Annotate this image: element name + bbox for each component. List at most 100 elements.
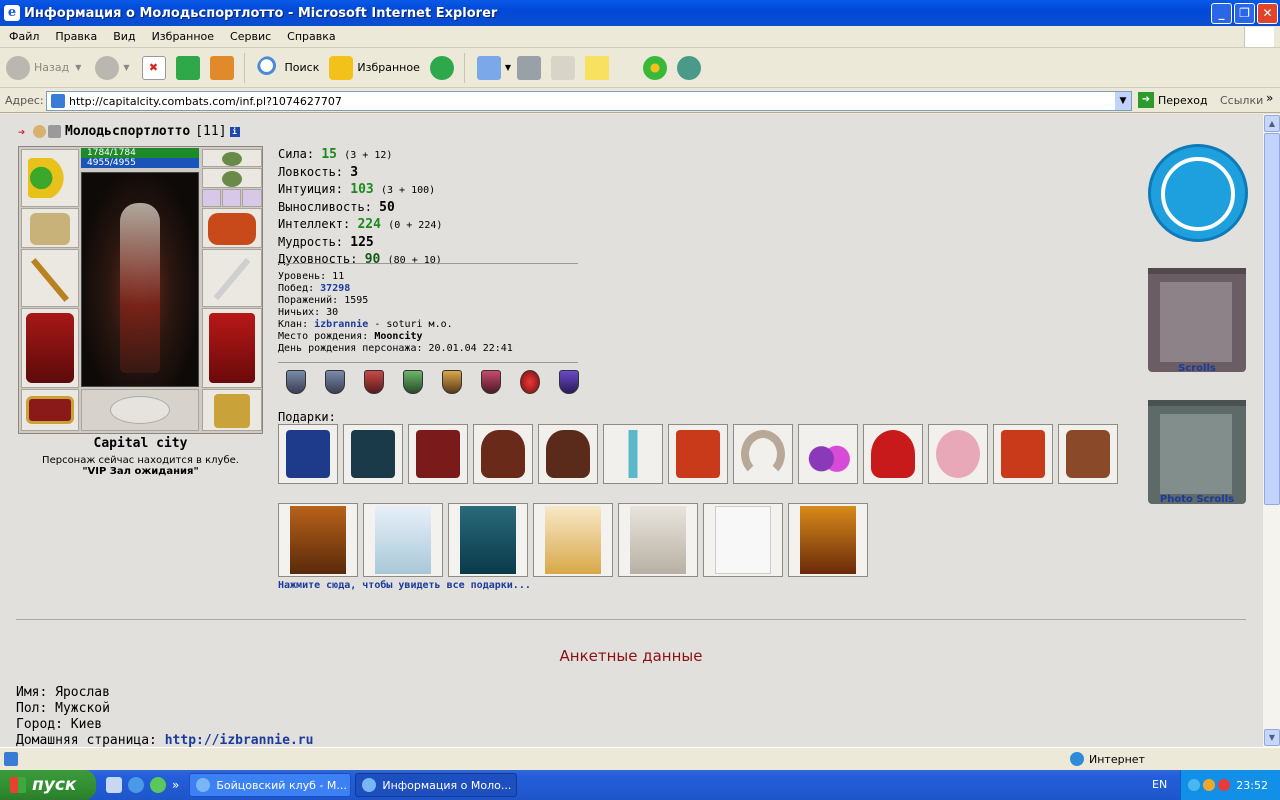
badge-icon[interactable] (481, 370, 501, 394)
menu-file[interactable]: Файл (0, 30, 46, 43)
gift-item[interactable] (473, 424, 533, 484)
stop-button[interactable]: ✖ (141, 55, 170, 80)
vertical-scrollbar[interactable]: ▲ ▼ (1262, 114, 1280, 747)
print-button[interactable] (517, 55, 545, 80)
gift-card[interactable] (448, 503, 528, 577)
gift-card[interactable] (618, 503, 698, 577)
address-input[interactable]: http://capitalcity.combats.com/inf.pl?10… (46, 91, 1132, 111)
tray-icon[interactable] (1188, 779, 1201, 791)
belt-slot[interactable] (21, 389, 79, 431)
armor-slot[interactable] (21, 308, 79, 388)
quicklaunch-icq-icon[interactable] (150, 777, 166, 793)
clan-link[interactable]: izbrannie (314, 319, 368, 330)
address-url[interactable]: http://capitalcity.combats.com/inf.pl?10… (69, 95, 342, 108)
menu-edit[interactable]: Правка (46, 30, 104, 43)
language-indicator[interactable]: EN (1152, 778, 1167, 791)
gift-card[interactable] (278, 503, 358, 577)
bracer-slot[interactable] (21, 208, 79, 248)
tray-icon[interactable] (1203, 779, 1216, 791)
gift-card[interactable] (703, 503, 783, 577)
links-chevron-icon[interactable]: » (1266, 91, 1273, 105)
badge-icon[interactable] (364, 370, 384, 394)
amulet-slot[interactable] (202, 168, 262, 188)
forward-dropdown-icon[interactable]: ▼ (123, 63, 129, 72)
address-dropdown-icon[interactable]: ▼ (1115, 92, 1131, 110)
gift-item[interactable] (993, 424, 1053, 484)
links-button[interactable]: Ссылки (1220, 94, 1263, 107)
gift-item[interactable] (408, 424, 468, 484)
badge-icon[interactable] (403, 370, 423, 394)
scrolls-banner[interactable] (1148, 268, 1246, 372)
maximize-button[interactable]: ❐ (1234, 3, 1255, 24)
mail-dropdown-icon[interactable]: ▼ (505, 63, 511, 72)
gift-item[interactable] (343, 424, 403, 484)
menu-favorites[interactable]: Избранное (143, 30, 221, 43)
homepage-link[interactable]: http://izbrannie.ru (165, 733, 314, 747)
badge-icon[interactable] (559, 370, 579, 394)
gift-item[interactable] (668, 424, 728, 484)
character-avatar[interactable] (81, 172, 199, 387)
gift-item[interactable] (538, 424, 598, 484)
scroll-up-button[interactable]: ▲ (1264, 115, 1280, 132)
back-button[interactable]: Назад ▼ (6, 55, 81, 80)
mail-button[interactable]: ▼ (476, 55, 511, 80)
refresh-button[interactable] (175, 55, 204, 80)
arrow-icon[interactable]: ➔ (18, 125, 31, 139)
favorites-button[interactable]: Избранное (329, 55, 420, 80)
scroll-down-button[interactable]: ▼ (1264, 729, 1280, 746)
notes-button[interactable] (585, 55, 613, 80)
home-button[interactable] (209, 55, 238, 80)
gift-card[interactable] (533, 503, 613, 577)
pants-slot[interactable] (202, 308, 262, 388)
go-button[interactable]: ➜ Переход (1138, 92, 1208, 108)
earring-slot[interactable] (202, 149, 262, 167)
quicklaunch-chevron-icon[interactable]: » (172, 778, 179, 792)
minimize-button[interactable]: _ (1211, 3, 1232, 24)
profile-icon[interactable] (1148, 144, 1248, 242)
see-all-gifts-link[interactable]: Нажмите сюда, чтобы увидеть все подарки.… (278, 580, 531, 591)
badge-icon[interactable] (286, 370, 306, 394)
helmet-slot[interactable] (21, 149, 79, 207)
gift-card[interactable] (363, 503, 443, 577)
shield-slot[interactable] (202, 249, 262, 307)
info-icon[interactable]: i (229, 126, 240, 137)
badge-icon[interactable] (325, 370, 345, 394)
scrolls-link[interactable]: Scrolls (1148, 363, 1246, 374)
forward-button[interactable]: ▼ (95, 55, 130, 80)
gift-item[interactable] (278, 424, 338, 484)
weapon-slot[interactable] (21, 249, 79, 307)
messenger-button[interactable] (677, 55, 705, 80)
tray-icon[interactable] (1218, 779, 1231, 791)
boots-slot[interactable] (202, 389, 262, 431)
gift-card[interactable] (788, 503, 868, 577)
gift-item[interactable] (863, 424, 923, 484)
icq-button[interactable] (643, 55, 671, 80)
badge-icon[interactable] (520, 370, 540, 394)
gift-item[interactable] (1058, 424, 1118, 484)
photo-scrolls-banner[interactable] (1148, 400, 1246, 504)
gift-item[interactable] (928, 424, 988, 484)
taskbar-item-combats[interactable]: Бойцовский клуб - M... (189, 773, 352, 797)
ring-slot-2[interactable] (222, 189, 241, 207)
quicklaunch-ie-icon[interactable] (128, 777, 144, 793)
badge-icon[interactable] (442, 370, 462, 394)
photo-scrolls-link[interactable]: Photo Scrolls (1148, 494, 1246, 505)
ring-slot-1[interactable] (202, 189, 221, 207)
menu-tools[interactable]: Сервис (221, 30, 278, 43)
back-dropdown-icon[interactable]: ▼ (75, 63, 81, 72)
search-button[interactable]: Поиск (256, 55, 319, 80)
scroll-thumb[interactable] (1264, 133, 1280, 505)
menu-help[interactable]: Справка (278, 30, 342, 43)
gloves-slot[interactable] (202, 208, 262, 248)
gift-item[interactable] (798, 424, 858, 484)
ring-slot-3[interactable] (242, 189, 262, 207)
gift-item[interactable] (733, 424, 793, 484)
taskbar-item-info[interactable]: Информация о Моло... (355, 773, 518, 797)
close-button[interactable]: ✕ (1257, 3, 1278, 24)
edit-button[interactable] (551, 55, 579, 80)
history-button[interactable] (429, 55, 458, 80)
gift-item[interactable] (603, 424, 663, 484)
start-button[interactable]: пуск (0, 770, 96, 800)
quicklaunch-icon[interactable] (106, 777, 122, 793)
menu-view[interactable]: Вид (104, 30, 142, 43)
